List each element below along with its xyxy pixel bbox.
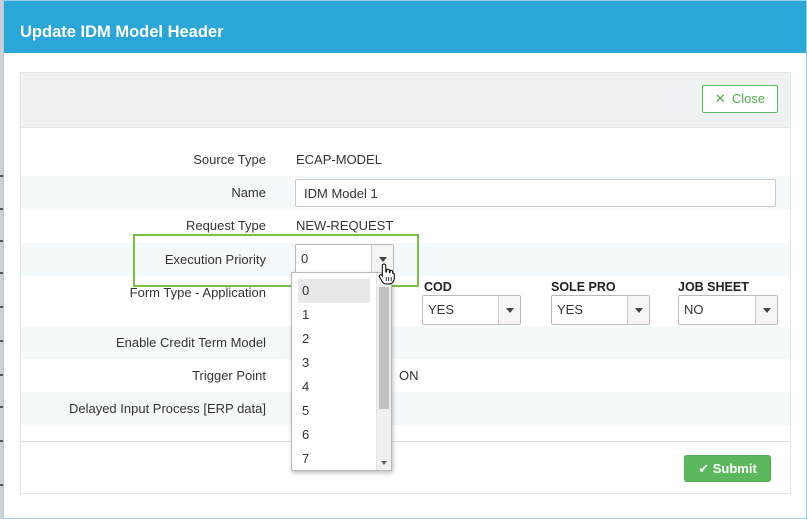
delayed-input-label: Delayed Input Process [ERP data] — [68, 401, 266, 416]
cod-select[interactable]: YES — [422, 295, 521, 325]
submit-button[interactable]: ✔ Submit — [684, 455, 771, 482]
footer-divider — [21, 441, 790, 442]
trigger-point-label: Trigger Point — [192, 368, 266, 383]
execution-priority-dropdown[interactable]: 0 1 2 3 4 5 6 7 — [291, 272, 392, 471]
row-source-type: Source Type ECAP-MODEL — [22, 143, 789, 176]
dropdown-option[interactable]: 1 — [298, 303, 370, 327]
dropdown-option[interactable]: 5 — [298, 399, 370, 423]
check-icon: ✔ — [698, 461, 710, 476]
dropdown-option[interactable]: 0 — [298, 279, 370, 303]
row-name: Name — [22, 176, 789, 209]
panel-toolbar: ✕ Close — [21, 73, 790, 128]
dropdown-option[interactable]: 6 — [298, 423, 370, 447]
credit-term-label: Enable Credit Term Model — [115, 335, 266, 350]
modal-title: Update IDM Model Header — [20, 23, 224, 41]
name-label: Name — [231, 185, 266, 200]
source-type-value: ECAP-MODEL — [296, 152, 382, 167]
row-credit-term: Enable Credit Term Model — [22, 326, 789, 359]
hand-cursor-icon — [378, 263, 395, 285]
cod-value: YES — [428, 302, 455, 317]
scroll-thumb[interactable] — [379, 287, 389, 409]
dropdown-option[interactable]: 2 — [298, 327, 370, 351]
name-input[interactable] — [295, 179, 776, 207]
close-icon: ✕ — [714, 91, 726, 106]
chevron-down-icon[interactable] — [498, 296, 520, 324]
dropdown-scrollbar[interactable] — [376, 273, 391, 470]
row-trigger-point: Trigger Point ON — [22, 359, 789, 392]
dropdown-option[interactable]: 3 — [298, 351, 370, 375]
close-button[interactable]: ✕ Close — [702, 85, 778, 113]
submit-button-label: Submit — [712, 461, 757, 476]
scroll-down-icon[interactable] — [381, 461, 387, 465]
job-sheet-select[interactable]: NO — [678, 295, 778, 325]
trigger-point-value: ON — [399, 368, 419, 383]
sole-pro-select[interactable]: YES — [551, 295, 650, 325]
cod-header: COD — [424, 280, 452, 294]
close-button-label: Close — [731, 91, 766, 106]
dropdown-option[interactable]: 7 — [298, 447, 370, 470]
job-sheet-value: NO — [684, 302, 704, 317]
modal-header: Update IDM Model Header — [4, 1, 806, 53]
job-sheet-header: JOB SHEET — [678, 280, 749, 294]
sole-pro-value: YES — [557, 302, 584, 317]
sole-pro-header: SOLE PRO — [551, 280, 616, 294]
chevron-down-icon[interactable] — [755, 296, 777, 324]
dropdown-option[interactable]: 4 — [298, 375, 370, 399]
source-type-label: Source Type — [193, 152, 266, 167]
chevron-down-icon[interactable] — [627, 296, 649, 324]
row-delayed-input: Delayed Input Process [ERP data] — [22, 392, 789, 425]
